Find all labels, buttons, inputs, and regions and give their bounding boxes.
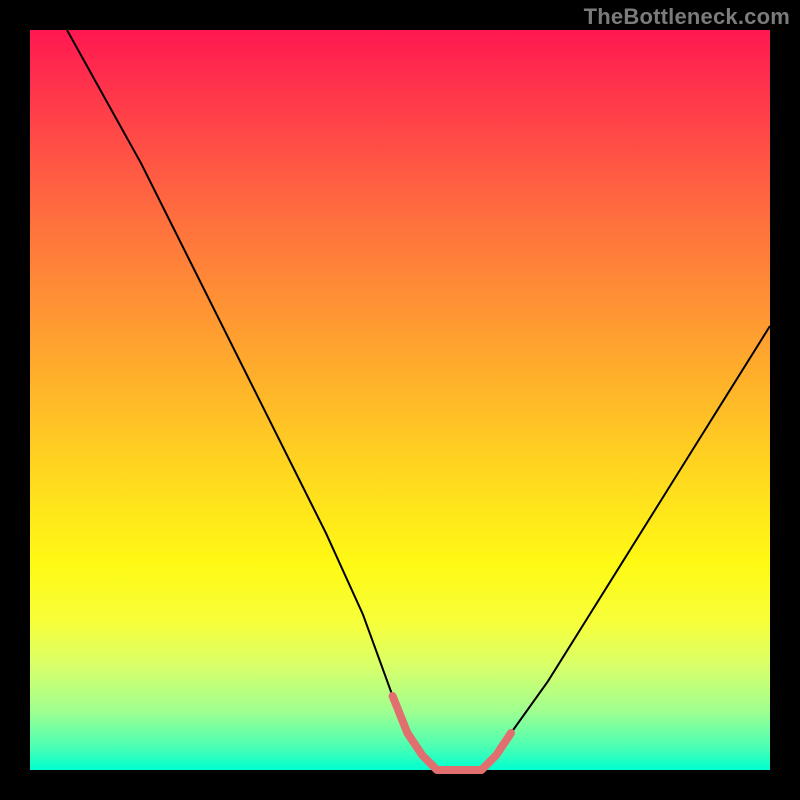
curve-layer [30,30,770,770]
plot-area [30,30,770,770]
watermark-text: TheBottleneck.com [584,4,790,30]
valley-highlight [393,696,511,770]
main-curve [67,30,770,770]
chart-stage: TheBottleneck.com [0,0,800,800]
